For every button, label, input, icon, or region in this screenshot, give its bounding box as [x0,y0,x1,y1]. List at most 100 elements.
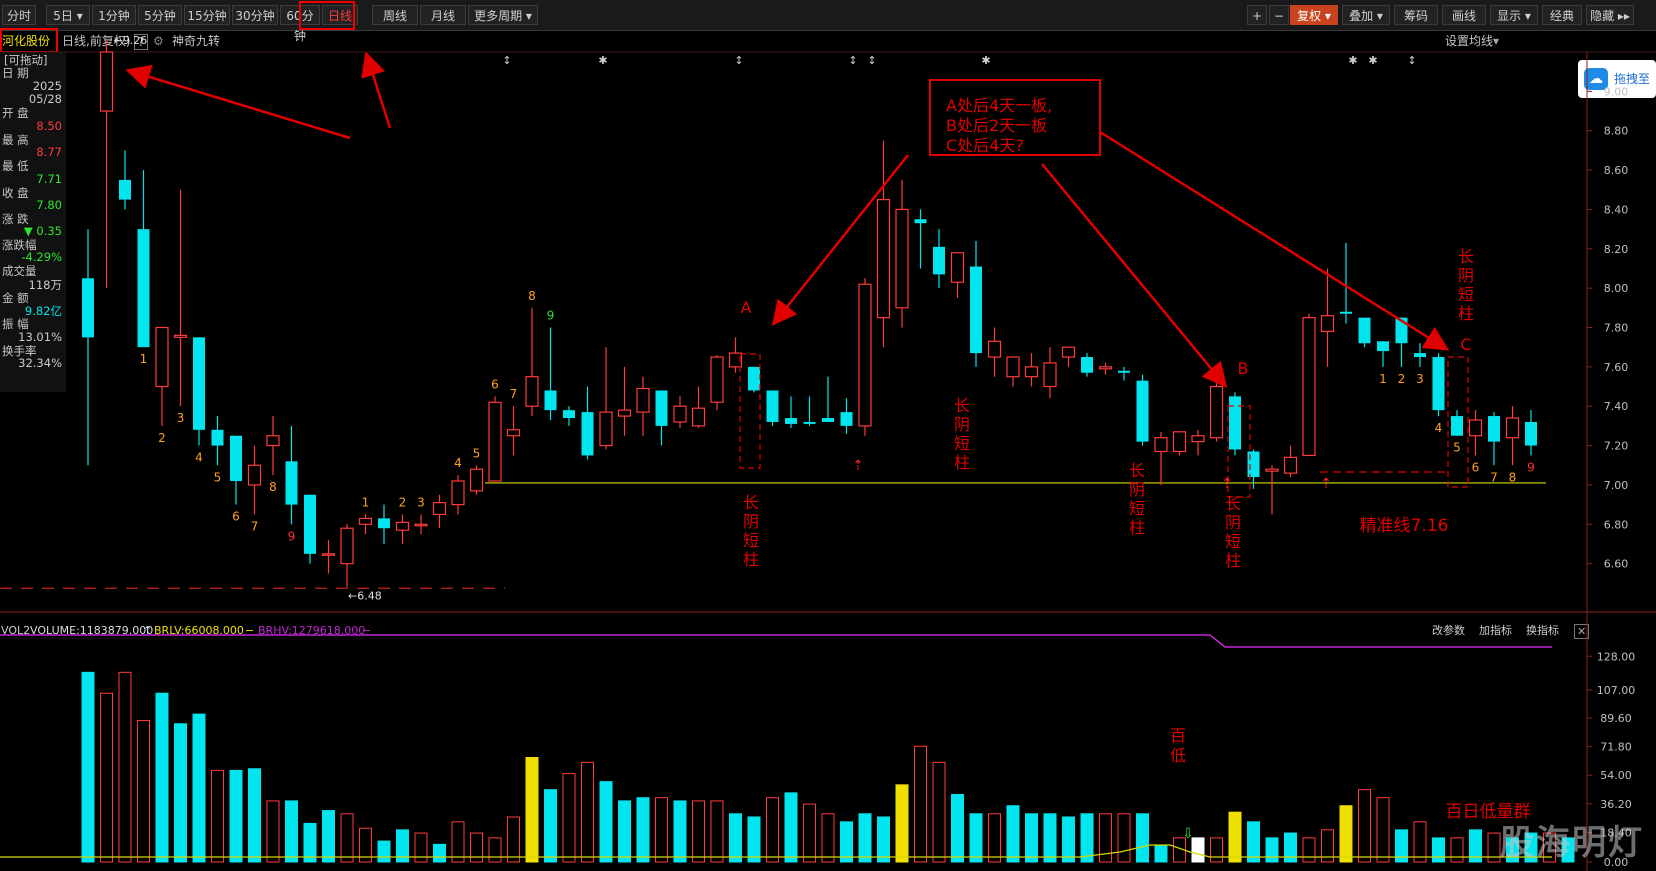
candle-47 [950,252,965,298]
candle-70 [1377,341,1389,367]
candle-body-76 [1488,416,1500,442]
long-yin-3-0: 长 [1129,461,1145,480]
turn-count-25: 8 [1509,470,1517,484]
candle-9 [247,445,262,515]
long-yin-2-0: 长 [954,396,970,415]
candle-28 [599,347,613,450]
candle-body-78 [1525,421,1537,446]
candle-32 [673,396,687,428]
candle-43 [876,140,891,348]
green-down-arrow: ⇩ [1182,826,1194,842]
candle-body-40 [822,418,834,422]
candle-17 [395,514,410,544]
candle-18 [414,514,428,535]
candle-71 [1395,317,1408,367]
candle-body-58 [1154,437,1168,453]
top-marker-7: ✱ [1368,54,1377,67]
long-yin-5-0: 长 [1458,247,1474,266]
candle-body-26 [563,410,575,419]
candle-66 [1302,313,1316,457]
long-yin-2-1: 阴 [954,415,970,434]
candle-body-18 [414,523,428,527]
price-tick-label-3: 8.40 [1604,203,1629,216]
vol-tick-label-1: 107.00 [1597,684,1636,697]
price-tick-label-2: 8.60 [1604,164,1629,177]
volume-bar-58 [1154,845,1168,863]
candle-20 [451,475,465,515]
long-yin-1-0: 长 [743,493,759,512]
candle-14 [340,524,354,588]
candle-60 [1191,429,1205,456]
volume-bar-56 [1117,813,1131,863]
candle-55 [1098,362,1113,375]
candle-59 [1172,431,1187,456]
turn-count-19: 2 [1398,372,1406,386]
candle-77 [1505,406,1520,466]
volume-bar-63 [1247,821,1260,863]
candle-body-0 [82,278,94,338]
candle-30 [636,376,650,436]
volume-bar-65 [1284,832,1297,863]
candle-4 [155,326,169,426]
candle-body-49 [987,340,1002,358]
candle-67 [1320,268,1335,367]
candle-body-62 [1229,396,1241,450]
volume-bar-35 [729,813,742,863]
candle-body-73 [1432,357,1445,411]
volume-bar-72 [1413,821,1427,863]
candle-40 [822,376,834,422]
candle-46 [933,229,945,289]
candle-body-47 [950,252,965,283]
candle-26 [563,406,575,426]
volume-bar-34 [710,800,724,863]
candle-48 [970,240,982,367]
long-yin-3-3: 柱 [1129,518,1145,537]
candle-body-69 [1358,317,1371,344]
vol-tick-label-0: 128.00 [1597,650,1636,663]
volume-bar-47 [951,793,964,863]
candle-56 [1118,366,1130,381]
turn-count-2: 3 [177,411,185,425]
volume-bar-46 [932,761,946,863]
turn-count-24: 7 [1490,470,1498,484]
price-tick-label-1: 8.80 [1604,125,1629,138]
candle-body-8 [230,435,242,481]
candle-body-65 [1283,456,1298,474]
candle-body-44 [895,208,909,309]
turn-count-6: 7 [251,519,259,533]
volume-bar-49 [988,813,1001,863]
volume-bar-27 [581,761,594,863]
candle-body-2 [119,179,131,200]
red-arrow-0 [125,64,351,140]
vol-tick-label-4: 54.00 [1600,769,1632,782]
candle-75 [1468,410,1483,456]
candle-19 [432,494,447,529]
volume-bar-44 [895,784,909,863]
volume-bar-26 [562,773,576,863]
turn-count-8: 9 [288,529,296,543]
volume-bar-31 [655,797,668,863]
top-marker-2: ↕ [734,54,743,67]
annotation-line-0: A处后4天一板, [946,96,1052,115]
volume-bar-36 [747,816,761,863]
candle-body-34 [710,356,724,403]
volume-bar-52 [1043,813,1057,863]
candle-31 [655,390,668,446]
candle-body-72 [1414,353,1426,358]
candle-42 [858,278,872,436]
candle-7 [211,416,224,466]
candle-54 [1081,353,1093,377]
candle-body-22 [488,401,502,482]
price-tick-label-0: 9.00 [1604,85,1629,98]
candle-39 [803,396,816,426]
volume-bar-38 [784,792,798,863]
kline-chart: 9.00 8.80 8.60 8.40 8.20 8.00 7.80 7.60 7.40 7.20… [0,34,1656,871]
candle-body-12 [304,494,316,554]
volume-bar-30 [636,797,650,863]
candle-44 [895,179,909,328]
volume-bar-16 [377,840,391,863]
turn-count-7: 8 [269,480,277,494]
candle-body-5 [173,334,188,338]
long-yin-4-1: 阴 [1225,513,1241,532]
candle-body-30 [636,387,650,413]
